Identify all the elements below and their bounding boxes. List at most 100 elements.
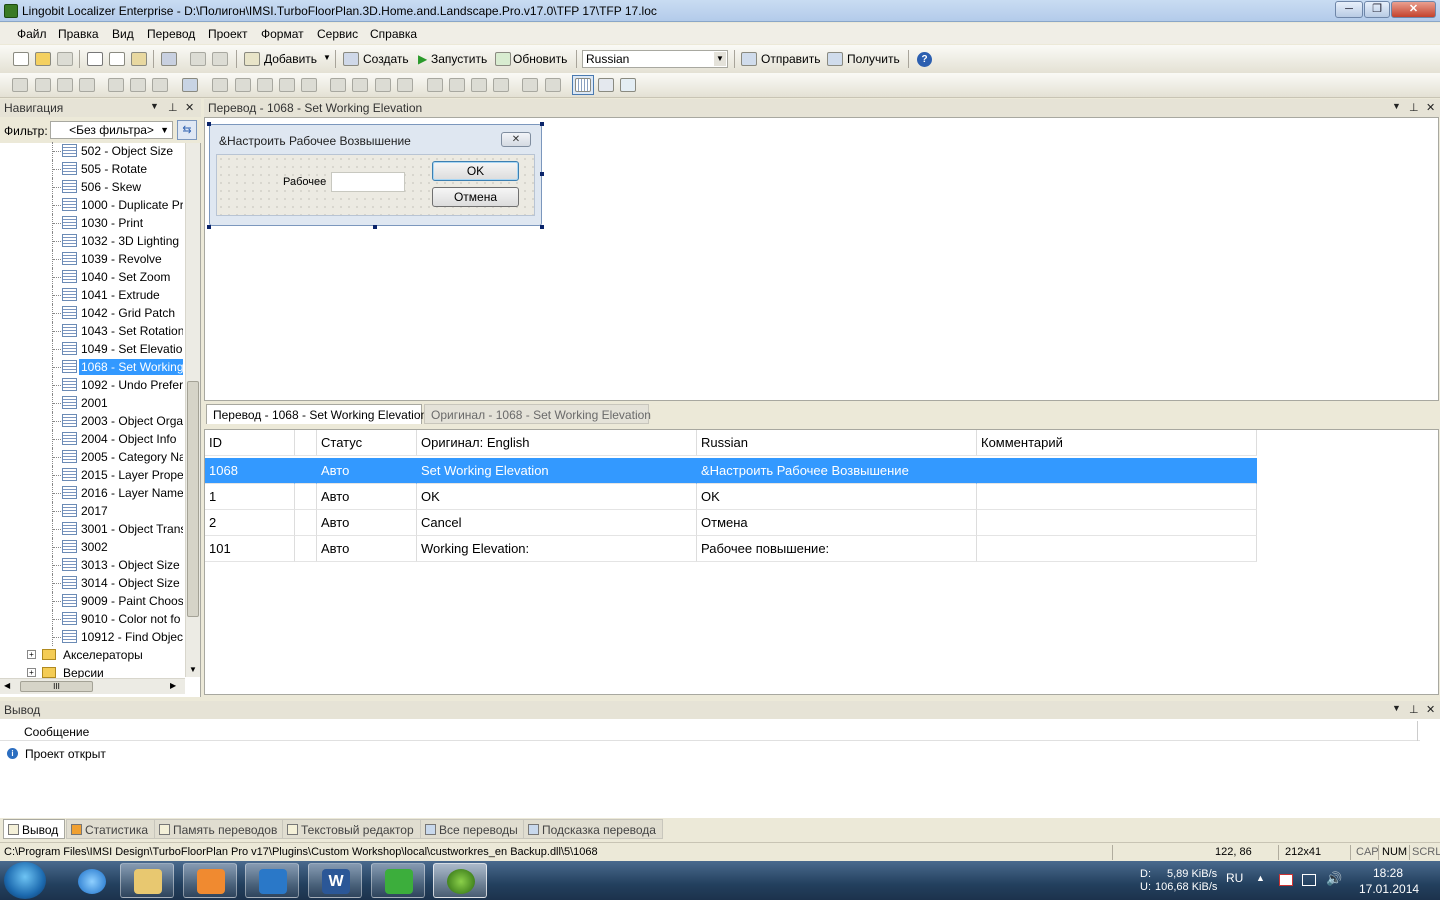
column-header[interactable]: Russian [697, 430, 977, 456]
cell-russian[interactable]: Отмена [697, 510, 977, 536]
panel-menu-icon[interactable]: ▼ [1392, 703, 1401, 713]
same-width-icon[interactable] [212, 78, 228, 92]
same-size-icon[interactable] [182, 78, 198, 92]
tree-item[interactable]: 9010 - Color not fo [0, 610, 186, 628]
pin-icon[interactable]: ⊥ [168, 101, 178, 114]
scroll-left-icon[interactable]: ◀ [4, 681, 10, 690]
resize-handle[interactable] [540, 225, 544, 229]
column-header[interactable]: Оригинал: English [417, 430, 697, 456]
output-column-header[interactable]: Сообщение [0, 721, 1420, 741]
cell-original[interactable]: Cancel [417, 510, 697, 536]
menu-file[interactable]: Файл [17, 27, 47, 41]
tab-order-icon[interactable] [598, 78, 614, 92]
tab-output[interactable]: Вывод [3, 819, 66, 839]
scroll-right-icon[interactable]: ▶ [170, 681, 176, 690]
taskbar-ie[interactable] [64, 863, 118, 898]
dialog-close-icon[interactable]: ✕ [501, 132, 531, 147]
filter-refresh-icon[interactable]: ⇆ [177, 120, 197, 140]
align-center-icon[interactable] [57, 78, 73, 92]
redo-icon[interactable] [212, 52, 228, 66]
action-center-icon[interactable] [1279, 874, 1293, 886]
cell-status[interactable]: Авто [317, 458, 417, 484]
hscroll-thumb[interactable]: III [20, 681, 93, 692]
cell-flag[interactable] [295, 458, 317, 484]
spacing-decrease-icon[interactable] [397, 78, 413, 92]
minimize-button[interactable]: ─ [1335, 1, 1363, 18]
column-header[interactable]: Статус [317, 430, 417, 456]
scroll-thumb[interactable] [187, 381, 199, 617]
cell-comment[interactable] [977, 536, 1257, 562]
tab-all-translations[interactable]: Все переводы [420, 819, 525, 839]
resize-handle[interactable] [207, 122, 211, 126]
update-icon[interactable] [495, 52, 511, 66]
receive-button[interactable]: Получить [847, 52, 900, 66]
cell-russian[interactable]: OK [697, 484, 977, 510]
resize-handle[interactable] [540, 172, 544, 176]
tree-item[interactable]: 1040 - Set Zoom [0, 268, 186, 286]
tree-item[interactable]: 2017 [0, 502, 186, 520]
network-icon[interactable] [1302, 874, 1316, 886]
menu-help[interactable]: Справка [370, 27, 417, 41]
tree-item[interactable]: 3013 - Object Size [0, 556, 186, 574]
undo-icon[interactable] [190, 52, 206, 66]
cell-status[interactable]: Авто [317, 510, 417, 536]
tab-original[interactable]: Оригинал - 1068 - Set Working Elevation [424, 404, 651, 424]
add-dropdown-icon[interactable]: ▼ [323, 53, 331, 62]
tree-item[interactable]: 2015 - Layer Proper [0, 466, 186, 484]
menu-service[interactable]: Сервис [317, 27, 358, 41]
menu-format[interactable]: Формат [261, 27, 304, 41]
panel-menu-icon[interactable]: ▼ [150, 101, 159, 111]
add-button[interactable]: Добавить [264, 52, 317, 66]
scroll-down-icon[interactable]: ▼ [189, 665, 197, 674]
size-to-grid-icon[interactable] [279, 78, 295, 92]
cell-original[interactable]: Set Working Elevation [417, 458, 697, 484]
filter-select[interactable]: <Без фильтра> ▼ [50, 121, 173, 139]
language-select[interactable]: Russian ▼ [582, 50, 728, 68]
send-button[interactable]: Отправить [761, 52, 821, 66]
tab-translation-memory[interactable]: Память переводов [154, 819, 285, 839]
dialog-field-input[interactable] [331, 172, 405, 192]
cell-flag[interactable] [295, 484, 317, 510]
taskbar-word[interactable]: W [308, 863, 362, 898]
cut-icon[interactable] [87, 52, 103, 66]
tree-item[interactable]: 1043 - Set Rotation [0, 322, 186, 340]
close-button[interactable]: ✕ [1391, 1, 1436, 18]
update-button[interactable]: Обновить [513, 52, 567, 66]
cell-comment[interactable] [977, 458, 1257, 484]
check-icon[interactable] [620, 78, 636, 92]
maximize-button[interactable]: ❐ [1364, 1, 1390, 18]
language-indicator[interactable]: RU [1226, 871, 1243, 885]
menu-edit[interactable]: Правка [58, 27, 99, 41]
align-right-icon[interactable] [79, 78, 95, 92]
cell-comment[interactable] [977, 484, 1257, 510]
tab-translation[interactable]: Перевод - 1068 - Set Working Elevation [206, 404, 427, 424]
align-top-icon[interactable] [108, 78, 124, 92]
resize-handle[interactable] [540, 122, 544, 126]
open-icon[interactable] [35, 52, 51, 66]
tree-item[interactable]: 502 - Object Size [0, 142, 186, 160]
tree-item[interactable]: 2001 [0, 394, 186, 412]
cell-id[interactable]: 1 [205, 484, 295, 510]
taskbar-explorer[interactable] [120, 863, 174, 898]
panel-close-icon[interactable]: ✕ [185, 101, 194, 114]
cell-original[interactable]: Working Elevation: [417, 536, 697, 562]
taskbar-lingobit[interactable] [433, 863, 487, 898]
spacing-increase-icon[interactable] [375, 78, 391, 92]
clock-date[interactable]: 17.01.2014 [1359, 882, 1419, 896]
column-header[interactable] [295, 430, 317, 456]
column-header[interactable]: ID [205, 430, 295, 456]
vspace-even-icon[interactable] [427, 78, 443, 92]
cell-status[interactable]: Авто [317, 536, 417, 562]
receive-icon[interactable] [827, 52, 843, 66]
tree-item[interactable]: 2003 - Object Orga [0, 412, 186, 430]
cell-flag[interactable] [295, 536, 317, 562]
volume-icon[interactable]: 🔊 [1326, 871, 1342, 887]
tree-item[interactable]: 2016 - Layer Name [0, 484, 186, 502]
tray-expand-icon[interactable]: ▲ [1256, 873, 1265, 883]
tree-item[interactable]: 1030 - Print [0, 214, 186, 232]
save-icon[interactable] [57, 52, 73, 66]
pin-icon[interactable]: ⊥ [1409, 101, 1419, 114]
align-left-icon[interactable] [35, 78, 51, 92]
column-header[interactable]: Комментарий [977, 430, 1257, 456]
cell-status[interactable]: Авто [317, 484, 417, 510]
